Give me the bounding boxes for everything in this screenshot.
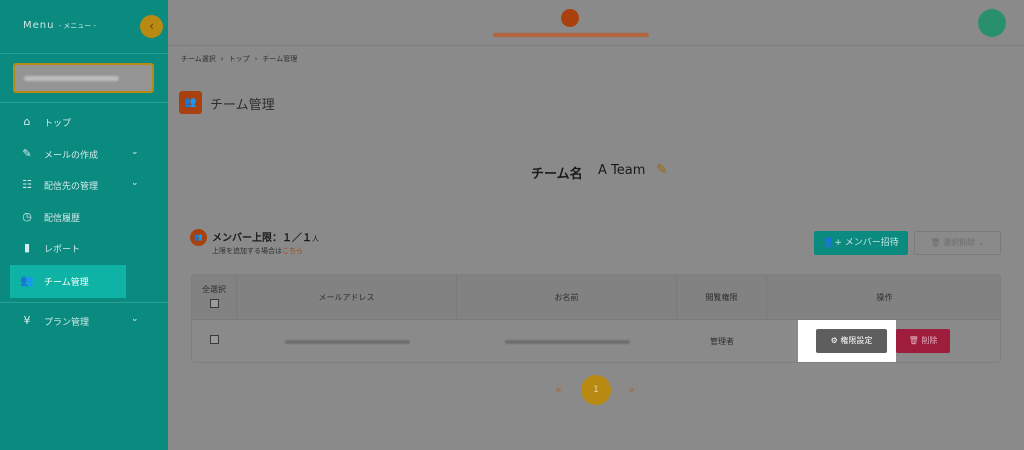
chevron-down-icon: ⌄ (131, 147, 139, 157)
avatar[interactable] (978, 9, 1006, 37)
menu-title: Menu - メニュー - (23, 20, 96, 31)
column-header-permission: 閲覧権限 (677, 275, 767, 320)
home-icon: ⌂ (23, 115, 31, 128)
sidebar-item-label: 配信先の管理 (44, 182, 99, 192)
limit-add-link[interactable]: こちら (282, 247, 303, 255)
row-name (457, 320, 677, 362)
sidebar-item-label: メールの作成 (44, 151, 99, 161)
redacted-name (504, 339, 630, 344)
column-header-actions: 操作 (876, 293, 893, 302)
member-limit-unit: 人 (312, 235, 319, 243)
sidebar-item-plan[interactable]: ¥ プラン管理 ⌄ (10, 305, 158, 337)
sidebar-item-label: チーム管理 (44, 278, 89, 288)
sidebar-item-report[interactable]: ▮ レポート (10, 232, 158, 264)
team-name-label: チーム名 (531, 167, 583, 182)
menu-subtitle: - メニュー - (58, 22, 96, 30)
sidebar-item-label: プラン管理 (44, 318, 90, 328)
pagination-next-button[interactable]: » (628, 383, 635, 396)
sidebar-item-top[interactable]: ⌂ トップ (10, 106, 158, 138)
sidebar-item-recipients[interactable]: ☷ 配信先の管理 ⌄ (10, 169, 158, 201)
sidebar-item-label: 配信履歴 (44, 214, 81, 224)
chevron-right-icon: › (220, 55, 224, 63)
row-permission: 管理者 (710, 337, 734, 346)
team-select-redacted-text (24, 76, 119, 81)
member-limit-value: メンバー上限：１／１ (212, 233, 312, 244)
breadcrumb-team-select[interactable]: チーム選択 (181, 54, 216, 64)
logo-redacted-text (493, 33, 649, 37)
sidebar-divider (0, 102, 168, 103)
chevron-down-icon: ⌄ (131, 178, 139, 188)
sidebar-divider (0, 302, 168, 303)
select-all-label: 全選択 (202, 285, 226, 294)
sidebar-divider (0, 53, 168, 54)
bar-chart-icon: ▮ (23, 241, 31, 254)
invite-member-button[interactable]: 👤+ メンバー招待 (814, 231, 908, 255)
team-select-dropdown[interactable] (13, 63, 154, 93)
collapse-sidebar-button[interactable]: ‹ (140, 15, 163, 38)
sidebar-item-compose-mail[interactable]: ✎ メールの作成 ⌄ (10, 138, 158, 170)
column-header-email: メールアドレス (237, 275, 457, 320)
row-checkbox-cell (192, 320, 237, 362)
page-title: チーム管理 (210, 98, 275, 113)
pagination-prev-button[interactable]: « (555, 383, 562, 396)
sidebar-item-label: レポート (44, 245, 81, 255)
breadcrumb: チーム選択 › トップ › チーム管理 (181, 54, 297, 64)
pencil-icon: ✎ (22, 147, 32, 160)
select-all-checkbox[interactable] (209, 299, 219, 308)
yen-icon: ¥ (23, 314, 31, 327)
breadcrumb-top[interactable]: トップ (229, 54, 250, 64)
contacts-icon: ☷ (22, 178, 32, 191)
redacted-email (284, 339, 410, 344)
team-name-value: A Team (598, 163, 646, 178)
sidebar: Menu - メニュー - ‹ ⌂ トップ ✎ メールの作成 ⌄ ☷ 配信先の管理… (0, 0, 168, 450)
row-email (237, 320, 457, 362)
table-header: 全選択 メールアドレス お名前 閲覧権限 操作 (192, 275, 1000, 320)
column-header-name: お名前 (457, 275, 677, 320)
sidebar-item-history[interactable]: ◷ 配信履歴 (10, 201, 158, 233)
group-icon: 👥 (179, 91, 202, 114)
chevron-down-icon: ⌄ (131, 314, 139, 324)
pagination-current-page[interactable]: 1 (581, 375, 611, 405)
group-icon: 👥 (20, 274, 34, 287)
history-icon: ◷ (22, 210, 32, 223)
delete-button[interactable]: 🗑 削除 (896, 329, 950, 353)
header-divider (168, 45, 1024, 46)
bulk-delete-button[interactable]: 🗑 選択削除 ⌄ (914, 231, 1001, 255)
limit-note: 上限を追加する場合はこちら (212, 246, 303, 256)
limit-note-text: 上限を追加する場合は (212, 247, 282, 255)
member-limit-text: メンバー上限：１／１人 (212, 229, 319, 244)
edit-team-name-icon[interactable]: ✎ (656, 162, 668, 178)
breadcrumb-current: チーム管理 (262, 55, 298, 63)
chevron-right-icon: › (254, 55, 258, 63)
logo-icon[interactable] (561, 9, 579, 27)
sidebar-item-team[interactable]: 👥 チーム管理 (10, 265, 126, 298)
row-checkbox[interactable] (210, 335, 219, 344)
menu-title-text: Menu (23, 20, 55, 31)
permission-settings-button[interactable]: ⚙ 権限設定 (816, 329, 887, 353)
sidebar-item-label: トップ (44, 119, 72, 129)
group-icon: 👥 (190, 229, 207, 246)
column-header-select-all: 全選択 (192, 275, 237, 320)
